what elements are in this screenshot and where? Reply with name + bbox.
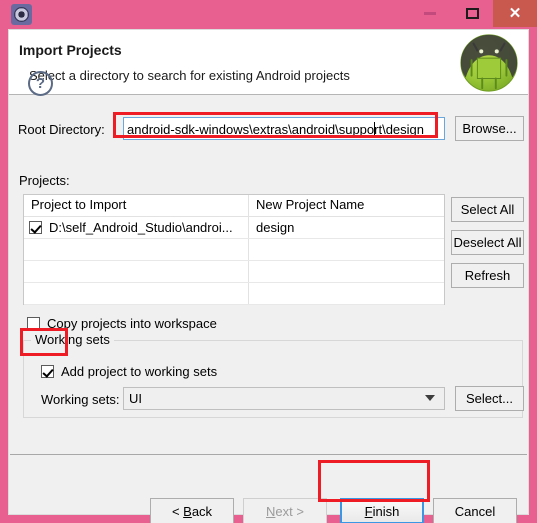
- root-directory-text-after-caret: rt\design: [374, 122, 425, 137]
- chevron-down-icon: [425, 395, 435, 401]
- working-sets-label: Working sets:: [41, 392, 120, 407]
- gear-icon: [14, 7, 29, 22]
- column-header-new-name: New Project Name: [256, 197, 365, 212]
- next-button: Next >: [243, 498, 327, 523]
- finish-button[interactable]: Finish: [340, 498, 424, 523]
- maximize-icon: [465, 8, 479, 19]
- select-working-set-button[interactable]: Select...: [455, 386, 524, 411]
- table-row[interactable]: [24, 239, 444, 261]
- minimize-icon: [424, 12, 436, 15]
- minimize-button[interactable]: [409, 0, 451, 27]
- projects-table[interactable]: Project to Import New Project Name D:\se…: [23, 194, 445, 305]
- android-logo-icon: [460, 34, 518, 92]
- page-title: Import Projects: [19, 42, 122, 58]
- back-button[interactable]: < Back: [150, 498, 234, 523]
- root-directory-label: Root Directory:: [18, 122, 105, 137]
- root-directory-input[interactable]: android-sdk-windows\extras\android\suppo…: [123, 117, 445, 140]
- cell-project: [24, 283, 249, 304]
- deselect-all-button[interactable]: Deselect All: [451, 230, 524, 255]
- cell-new-name: [249, 239, 444, 260]
- cancel-button[interactable]: Cancel: [433, 498, 517, 523]
- cell-project[interactable]: D:\self_Android_Studio\androi...: [24, 217, 249, 238]
- screen: ✕ Import Projects Select a directory to …: [0, 0, 537, 523]
- help-icon[interactable]: ?: [28, 71, 53, 96]
- copy-projects-checkbox-row[interactable]: Copy projects into workspace: [27, 316, 217, 331]
- add-project-checkbox-row[interactable]: Add project to working sets: [41, 364, 217, 379]
- refresh-button[interactable]: Refresh: [451, 263, 524, 288]
- root-directory-text-before-caret: android-sdk-windows\extras\android\suppo: [127, 122, 375, 137]
- app-gear-icon: [11, 4, 32, 25]
- import-projects-window: ✕ Import Projects Select a directory to …: [0, 0, 537, 523]
- table-row[interactable]: [24, 283, 444, 305]
- cell-project-text: D:\self_Android_Studio\androi...: [49, 220, 233, 235]
- cell-new-name: [249, 283, 444, 304]
- cell-new-name: [249, 261, 444, 282]
- browse-button[interactable]: Browse...: [455, 116, 524, 141]
- window-titlebar[interactable]: ✕: [0, 0, 537, 27]
- cell-project: [24, 261, 249, 282]
- next-button-label: N: [266, 503, 276, 519]
- page-subtitle: Select a directory to search for existin…: [29, 68, 350, 83]
- window-controls: ✕: [409, 0, 537, 27]
- add-project-checkbox[interactable]: [41, 365, 54, 378]
- working-sets-dropdown[interactable]: UI: [123, 387, 445, 410]
- copy-projects-checkbox[interactable]: [27, 317, 40, 330]
- dialog-header: Import Projects Select a directory to se…: [9, 30, 528, 95]
- row-checkbox[interactable]: [29, 221, 42, 234]
- cell-project: [24, 239, 249, 260]
- copy-projects-label: Copy projects into workspace: [47, 316, 217, 331]
- select-all-button[interactable]: Select All: [451, 197, 524, 222]
- cell-new-name[interactable]: design: [249, 217, 444, 238]
- table-row[interactable]: D:\self_Android_Studio\androi... design: [24, 217, 444, 239]
- working-sets-value: UI: [129, 391, 142, 406]
- maximize-button[interactable]: [451, 0, 493, 27]
- back-button-label: B: [183, 503, 192, 519]
- projects-label: Projects:: [19, 173, 70, 188]
- close-icon: ✕: [508, 5, 522, 22]
- add-project-label: Add project to working sets: [61, 364, 218, 379]
- dialog-panel: Import Projects Select a directory to se…: [8, 29, 529, 523]
- finish-button-label: F: [364, 503, 373, 519]
- table-row[interactable]: [24, 261, 444, 283]
- close-button[interactable]: ✕: [493, 0, 537, 27]
- column-header-project: Project to Import: [24, 195, 249, 216]
- working-sets-group-label: Working sets: [31, 332, 114, 347]
- table-header-row: Project to Import New Project Name: [24, 195, 444, 217]
